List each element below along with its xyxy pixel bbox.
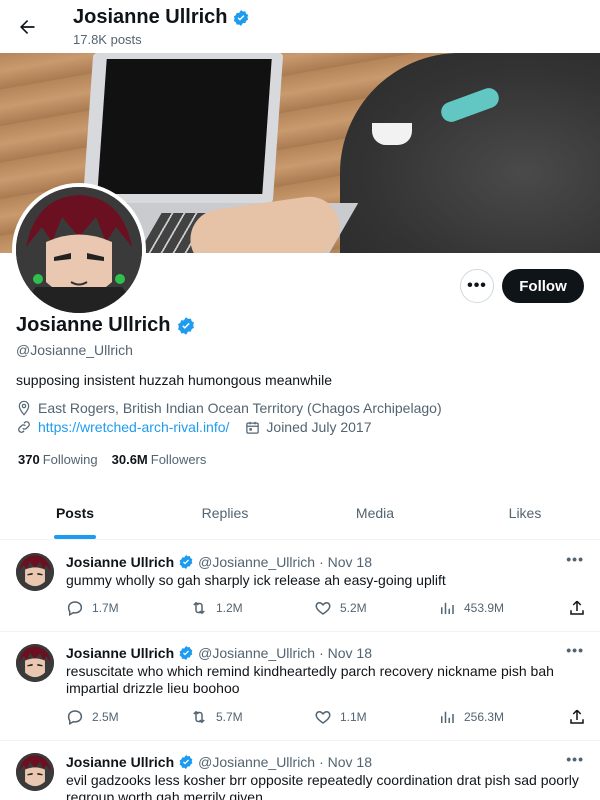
views-icon [441, 602, 454, 614]
verified-badge-icon [179, 755, 193, 769]
like-count: 5.2M [340, 601, 367, 615]
post-more-button[interactable]: ••• [566, 642, 584, 658]
follow-button[interactable]: Follow [502, 269, 584, 303]
profile-tabs: Posts Replies Media Likes [0, 487, 600, 540]
post-author-name[interactable]: Josianne Ullrich [66, 645, 174, 661]
reply-count: 1.7M [92, 601, 119, 615]
views-button[interactable]: 256.3M [438, 708, 568, 726]
header-title: Josianne Ullrich [73, 6, 250, 29]
reply-icon [67, 710, 83, 726]
views-count: 453.9M [464, 601, 505, 615]
post-actions: 2.5M 5.7M 1.1M 256.3M [66, 708, 586, 726]
share-icon [570, 600, 584, 615]
profile-display-name: Josianne Ullrich [16, 314, 196, 337]
arrow-left-icon [20, 20, 35, 34]
display-name-text: Josianne Ullrich [16, 314, 171, 336]
tab-media[interactable]: Media [300, 487, 450, 539]
profile-link-row: https://wretched-arch-rival.info/ Joined… [16, 419, 371, 435]
post-more-button[interactable]: ••• [566, 551, 584, 567]
repost-count: 1.2M [216, 601, 243, 615]
verified-badge-icon [177, 316, 194, 335]
post-item[interactable]: Josianne Ullrich @Josianne_Ullrich · Nov… [0, 632, 600, 741]
header-name: Josianne Ullrich [73, 6, 228, 28]
follow-stats: 370 Following 30.6M Followers [18, 452, 206, 467]
reply-count: 2.5M [92, 710, 119, 724]
followers-link[interactable]: 30.6M Followers [112, 452, 207, 467]
post-author-name[interactable]: Josianne Ullrich [66, 754, 174, 770]
post-date[interactable]: · Nov 18 [319, 645, 372, 661]
verified-badge-icon [179, 646, 193, 660]
back-button[interactable] [12, 8, 42, 46]
profile-joined: Joined July 2017 [245, 419, 371, 435]
link-icon [18, 421, 30, 433]
repost-button[interactable]: 5.7M [190, 708, 314, 726]
post-author-handle[interactable]: @Josianne_Ullrich [198, 754, 315, 770]
views-button[interactable]: 453.9M [438, 599, 568, 617]
post-header: Josianne Ullrich @Josianne_Ullrich · Nov… [66, 754, 372, 770]
like-button[interactable]: 1.1M [314, 708, 438, 726]
tab-posts[interactable]: Posts [0, 487, 150, 539]
heart-icon [315, 601, 331, 615]
share-button[interactable] [568, 708, 586, 726]
following-link[interactable]: 370 Following [18, 452, 98, 467]
profile-handle: @Josianne_Ullrich [16, 342, 133, 358]
post-header: Josianne Ullrich @Josianne_Ullrich · Nov… [66, 645, 372, 661]
tab-replies[interactable]: Replies [150, 487, 300, 539]
post-author-handle[interactable]: @Josianne_Ullrich [198, 554, 315, 570]
header-post-count: 17.8K posts [73, 32, 142, 47]
verified-badge-icon [233, 9, 248, 26]
share-button[interactable] [568, 599, 586, 617]
heart-icon [315, 710, 331, 724]
profile-location: East Rogers, British Indian Ocean Territ… [16, 400, 442, 416]
post-avatar[interactable] [16, 553, 54, 591]
tab-likes[interactable]: Likes [450, 487, 600, 539]
post-text: resuscitate who which remind kindhearted… [66, 663, 554, 696]
views-icon [441, 711, 454, 723]
location-pin-icon [18, 400, 30, 416]
repost-count: 5.7M [216, 710, 243, 724]
repost-icon [193, 601, 205, 615]
post-author-name[interactable]: Josianne Ullrich [66, 554, 174, 570]
post-date[interactable]: · Nov 18 [319, 554, 372, 570]
repost-button[interactable]: 1.2M [190, 599, 314, 617]
post-more-button[interactable]: ••• [566, 751, 584, 767]
joined-text: Joined July 2017 [266, 419, 372, 435]
reply-button[interactable]: 1.7M [66, 599, 190, 617]
followers-count: 30.6M [111, 452, 148, 467]
profile-bio: supposing insistent huzzah humongous mea… [16, 372, 332, 388]
top-bar: Josianne Ullrich 17.8K posts [0, 0, 600, 53]
like-count: 1.1M [340, 710, 367, 724]
post-item[interactable]: Josianne Ullrich @Josianne_Ullrich · Nov… [0, 541, 600, 632]
profile-url[interactable]: https://wretched-arch-rival.info/ [38, 419, 229, 435]
post-header: Josianne Ullrich @Josianne_Ullrich · Nov… [66, 554, 372, 570]
following-label: Following [42, 452, 98, 467]
profile-avatar[interactable] [12, 183, 146, 317]
followers-label: Followers [150, 452, 207, 467]
reply-button[interactable]: 2.5M [66, 708, 190, 726]
post-date[interactable]: · Nov 18 [319, 754, 372, 770]
post-text: evil gadzooks less kosher brr opposite r… [66, 772, 579, 800]
post-avatar[interactable] [16, 753, 54, 791]
post-text: gummy wholly so gah sharply ick release … [66, 572, 446, 588]
views-count: 256.3M [464, 710, 505, 724]
post-author-handle[interactable]: @Josianne_Ullrich [198, 645, 315, 661]
share-icon [570, 709, 584, 724]
verified-badge-icon [179, 555, 193, 569]
location-text: East Rogers, British Indian Ocean Territ… [38, 400, 442, 416]
like-button[interactable]: 5.2M [314, 599, 438, 617]
post-avatar[interactable] [16, 644, 54, 682]
post-item[interactable]: Josianne Ullrich @Josianne_Ullrich · Nov… [0, 741, 600, 800]
repost-icon [193, 710, 205, 724]
following-count: 370 [18, 452, 40, 467]
calendar-icon [246, 421, 260, 434]
reply-icon [67, 601, 83, 617]
more-options-button[interactable]: ••• [460, 269, 494, 303]
post-actions: 1.7M 1.2M 5.2M 453.9M [66, 599, 586, 617]
